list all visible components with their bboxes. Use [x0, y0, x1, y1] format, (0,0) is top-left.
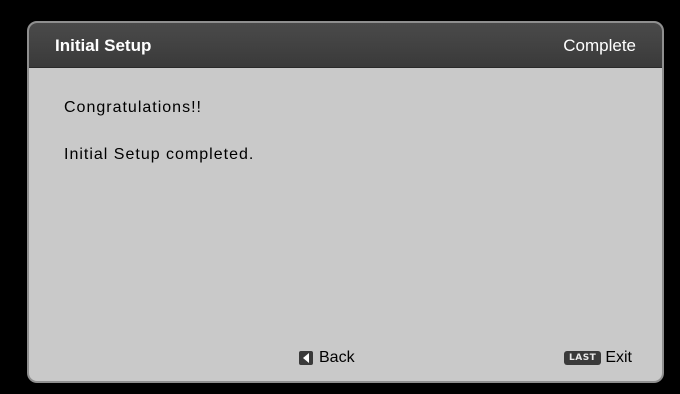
setup-completed-message: Initial Setup completed.	[64, 146, 255, 163]
dialog-footer: Back LAST Exit	[29, 341, 662, 381]
setup-dialog: Initial Setup Complete Congratulations!!…	[27, 21, 664, 383]
left-arrow-key-icon	[299, 351, 313, 365]
congratulations-message: Congratulations!!	[64, 99, 202, 116]
exit-button[interactable]: LAST Exit	[564, 349, 632, 367]
dialog-header: Initial Setup Complete	[29, 23, 662, 68]
last-key-icon: LAST	[564, 351, 602, 365]
back-button[interactable]: Back	[299, 349, 355, 367]
back-label: Back	[319, 349, 355, 366]
setup-status: Complete	[563, 36, 636, 55]
exit-label: Exit	[605, 349, 632, 366]
dialog-title: Initial Setup	[55, 36, 152, 55]
